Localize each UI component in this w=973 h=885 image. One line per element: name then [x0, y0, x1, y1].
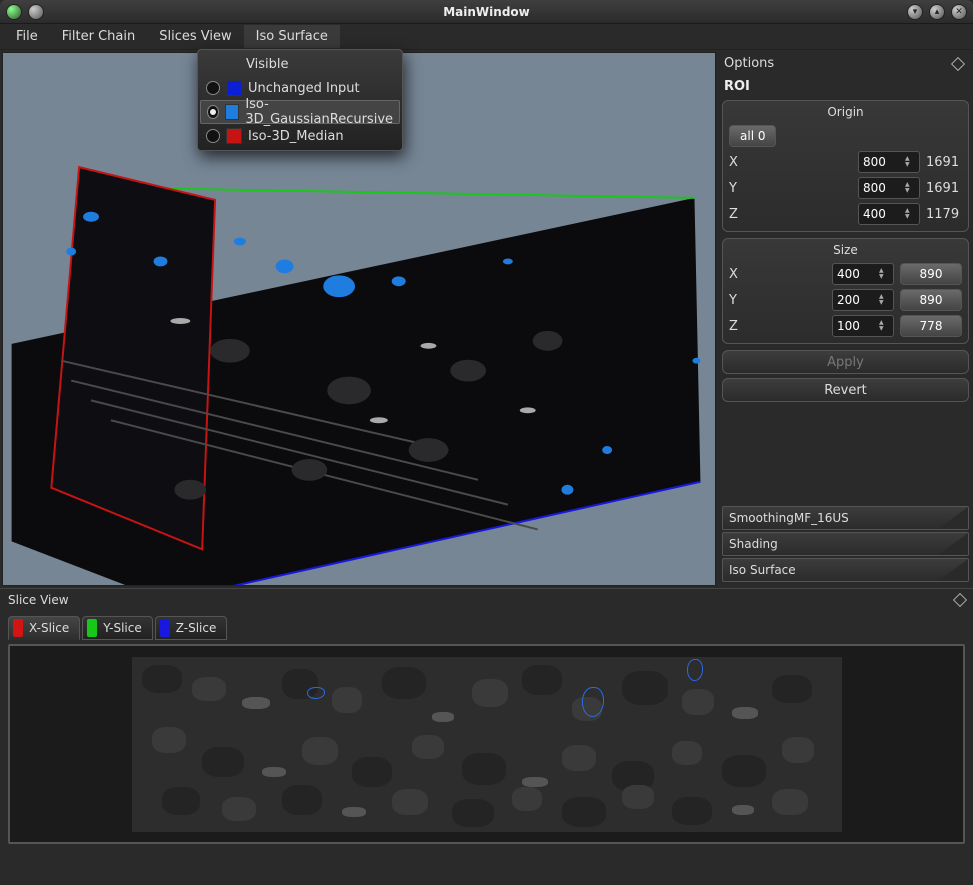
size-legend: Size — [723, 239, 968, 261]
revert-button[interactable]: Revert — [722, 378, 969, 402]
origin-x-value: 800 — [863, 155, 886, 169]
options-title: Options — [724, 56, 774, 71]
close-button[interactable]: ✕ — [951, 4, 967, 20]
window-sticky-button[interactable] — [28, 4, 44, 20]
size-y-spin[interactable]: 200 ▲▼ — [832, 289, 894, 311]
origin-z-max: 1179 — [926, 207, 962, 222]
window-title: MainWindow — [0, 5, 973, 19]
tab-z-slice[interactable]: Z-Slice — [155, 616, 228, 640]
size-x-label: X — [729, 267, 743, 282]
size-fieldset: Size X 400 ▲▼ 890 Y 200 ▲▼ — [722, 238, 969, 344]
origin-y-label: Y — [729, 181, 743, 196]
slice-image-container[interactable] — [8, 644, 965, 844]
section-iso[interactable]: Iso Surface — [722, 558, 969, 582]
options-panel: Options ROI Origin all 0 X 800 ▲▼ 1691 — [718, 50, 973, 588]
radio-icon — [206, 81, 220, 95]
x-color-swatch — [13, 619, 23, 637]
maximize-button[interactable]: ▴ — [929, 4, 945, 20]
origin-z-spin[interactable]: 400 ▲▼ — [858, 203, 920, 225]
section-smoothing-label: SmoothingMF_16US — [729, 511, 849, 525]
slice-image — [132, 657, 842, 832]
menu-slices-view[interactable]: Slices View — [147, 25, 243, 48]
radio-icon — [207, 105, 219, 119]
size-y-label: Y — [729, 293, 743, 308]
y-color-swatch — [87, 619, 97, 637]
iso-surface-dropdown: Visible Unchanged Input Iso-3D_GaussianR… — [197, 49, 403, 151]
origin-x-max: 1691 — [926, 155, 962, 170]
tab-y-slice[interactable]: Y-Slice — [82, 616, 153, 640]
tab-x-label: X-Slice — [29, 621, 69, 635]
iso-menu-item-label: Unchanged Input — [248, 81, 360, 96]
main-window: MainWindow ▾ ▴ ✕ File Filter Chain Slice… — [0, 0, 973, 885]
section-iso-label: Iso Surface — [729, 563, 796, 577]
slice-view-header: Slice View — [0, 588, 973, 610]
origin-y-value: 800 — [863, 181, 886, 195]
section-shading-label: Shading — [729, 537, 778, 551]
origin-x-spin[interactable]: 800 ▲▼ — [858, 151, 920, 173]
section-smoothing[interactable]: SmoothingMF_16US — [722, 506, 969, 530]
panel-detach-icon[interactable] — [951, 56, 965, 70]
menu-iso-surface[interactable]: Iso Surface — [244, 25, 340, 48]
menu-file[interactable]: File — [4, 25, 50, 48]
origin-legend: Origin — [723, 101, 968, 123]
menubar: File Filter Chain Slices View Iso Surfac… — [0, 24, 973, 50]
color-swatch — [225, 104, 239, 120]
size-x-spin[interactable]: 400 ▲▼ — [832, 263, 894, 285]
color-swatch — [226, 128, 242, 144]
section-shading[interactable]: Shading — [722, 532, 969, 556]
origin-x-label: X — [729, 155, 743, 170]
upper-panel: Options ROI Origin all 0 X 800 ▲▼ 1691 — [0, 50, 973, 588]
tab-y-label: Y-Slice — [103, 621, 142, 635]
panel-detach-icon[interactable] — [953, 592, 967, 606]
size-z-label: Z — [729, 319, 743, 334]
slice-view-title: Slice View — [8, 593, 69, 607]
radio-icon — [206, 129, 220, 143]
tab-z-label: Z-Slice — [176, 621, 217, 635]
tab-x-slice[interactable]: X-Slice — [8, 616, 80, 640]
z-color-swatch — [160, 619, 170, 637]
iso-menu-visible-label: Visible — [246, 57, 288, 72]
origin-fieldset: Origin all 0 X 800 ▲▼ 1691 Y — [722, 100, 969, 232]
roi-title: ROI — [722, 77, 969, 100]
origin-y-max: 1691 — [926, 181, 962, 196]
origin-y-spin[interactable]: 800 ▲▼ — [858, 177, 920, 199]
size-y-max-button[interactable]: 890 — [900, 289, 962, 311]
app-icon — [6, 4, 22, 20]
size-y-value: 200 — [837, 293, 860, 307]
size-x-max-button[interactable]: 890 — [900, 263, 962, 285]
size-z-max-button[interactable]: 778 — [900, 315, 962, 337]
size-z-spin[interactable]: 100 ▲▼ — [832, 315, 894, 337]
iso-menu-visible[interactable]: Visible — [200, 52, 400, 76]
color-swatch — [226, 80, 242, 96]
titlebar: MainWindow ▾ ▴ ✕ — [0, 0, 973, 24]
origin-z-label: Z — [729, 207, 743, 222]
iso-menu-item-median[interactable]: Iso-3D_Median — [200, 124, 400, 148]
minimize-button[interactable]: ▾ — [907, 4, 923, 20]
menu-filter-chain[interactable]: Filter Chain — [50, 25, 147, 48]
iso-menu-item-gaussian[interactable]: Iso-3D_GaussianRecursive — [200, 100, 400, 124]
iso-menu-item-label: Iso-3D_GaussianRecursive — [245, 97, 393, 127]
size-x-value: 400 — [837, 267, 860, 281]
all-zero-button[interactable]: all 0 — [729, 125, 776, 147]
apply-button[interactable]: Apply — [722, 350, 969, 374]
slice-tabs: X-Slice Y-Slice Z-Slice — [8, 616, 965, 640]
origin-z-value: 400 — [863, 207, 886, 221]
slice-view-panel: X-Slice Y-Slice Z-Slice — [0, 610, 973, 852]
iso-menu-item-label: Iso-3D_Median — [248, 129, 344, 144]
size-z-value: 100 — [837, 319, 860, 333]
